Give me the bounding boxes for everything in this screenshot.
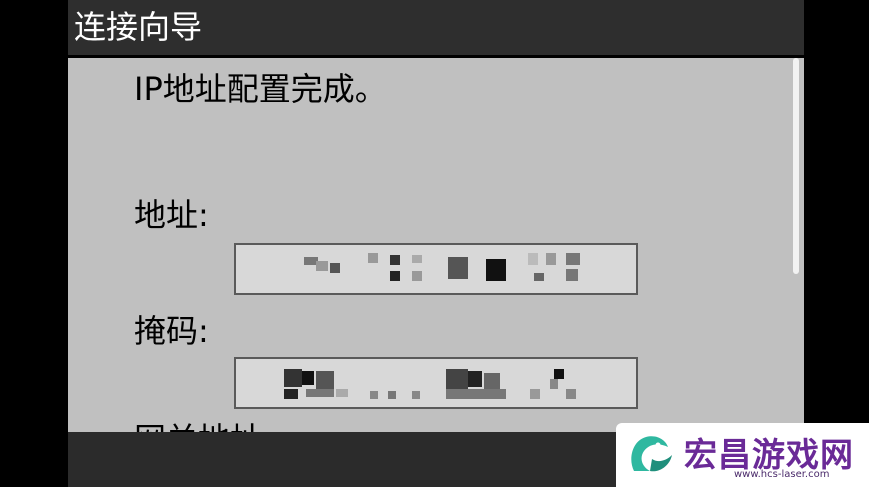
watermark-url: www.hcs-laser.com bbox=[734, 469, 830, 480]
address-field[interactable] bbox=[234, 243, 638, 295]
wizard-screen: 连接向导 IP地址配置完成。 地址: 掩码: bbox=[68, 0, 804, 487]
status-message: IP地址配置完成。 bbox=[134, 70, 387, 108]
gateway-label: 网关地址 bbox=[134, 414, 262, 432]
scroll-thumb[interactable] bbox=[793, 58, 799, 274]
content-panel: IP地址配置完成。 地址: 掩码: bbox=[68, 58, 790, 432]
watermark-logo-icon bbox=[631, 436, 672, 472]
scrollbar[interactable] bbox=[790, 58, 804, 432]
mask-label: 掩码: bbox=[134, 312, 209, 350]
mask-field[interactable] bbox=[234, 357, 638, 409]
watermark: 宏昌游戏网 www.hcs-laser.com bbox=[616, 423, 869, 487]
window-title: 连接向导 bbox=[68, 0, 804, 55]
address-label: 地址: bbox=[134, 196, 209, 234]
